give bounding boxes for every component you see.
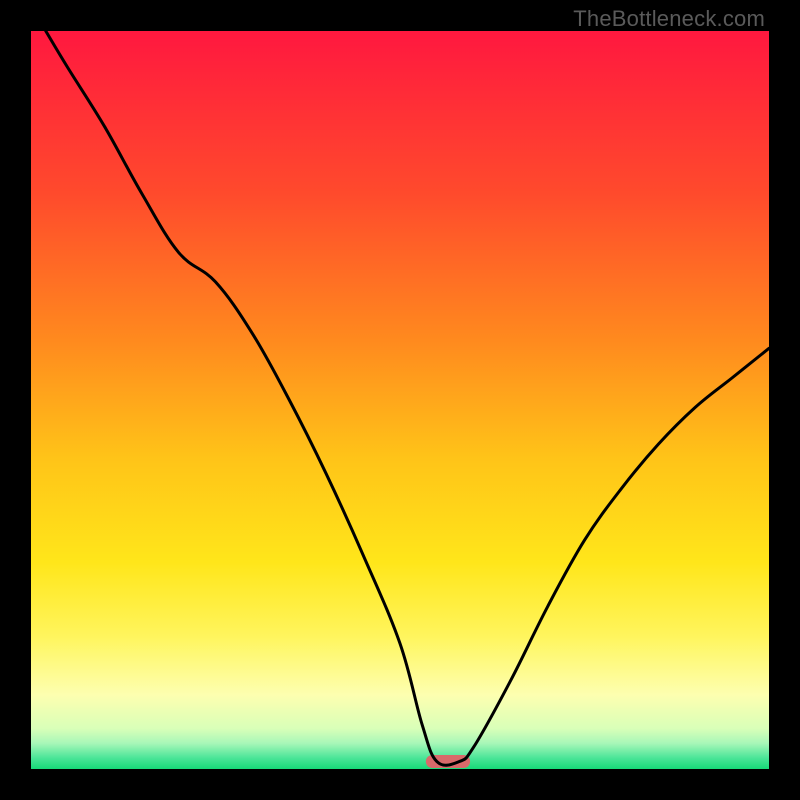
chart-svg [31, 31, 769, 769]
plot-area [31, 31, 769, 769]
watermark-text: TheBottleneck.com [573, 6, 765, 32]
gradient-background [31, 31, 769, 769]
chart-container: TheBottleneck.com [0, 0, 800, 800]
